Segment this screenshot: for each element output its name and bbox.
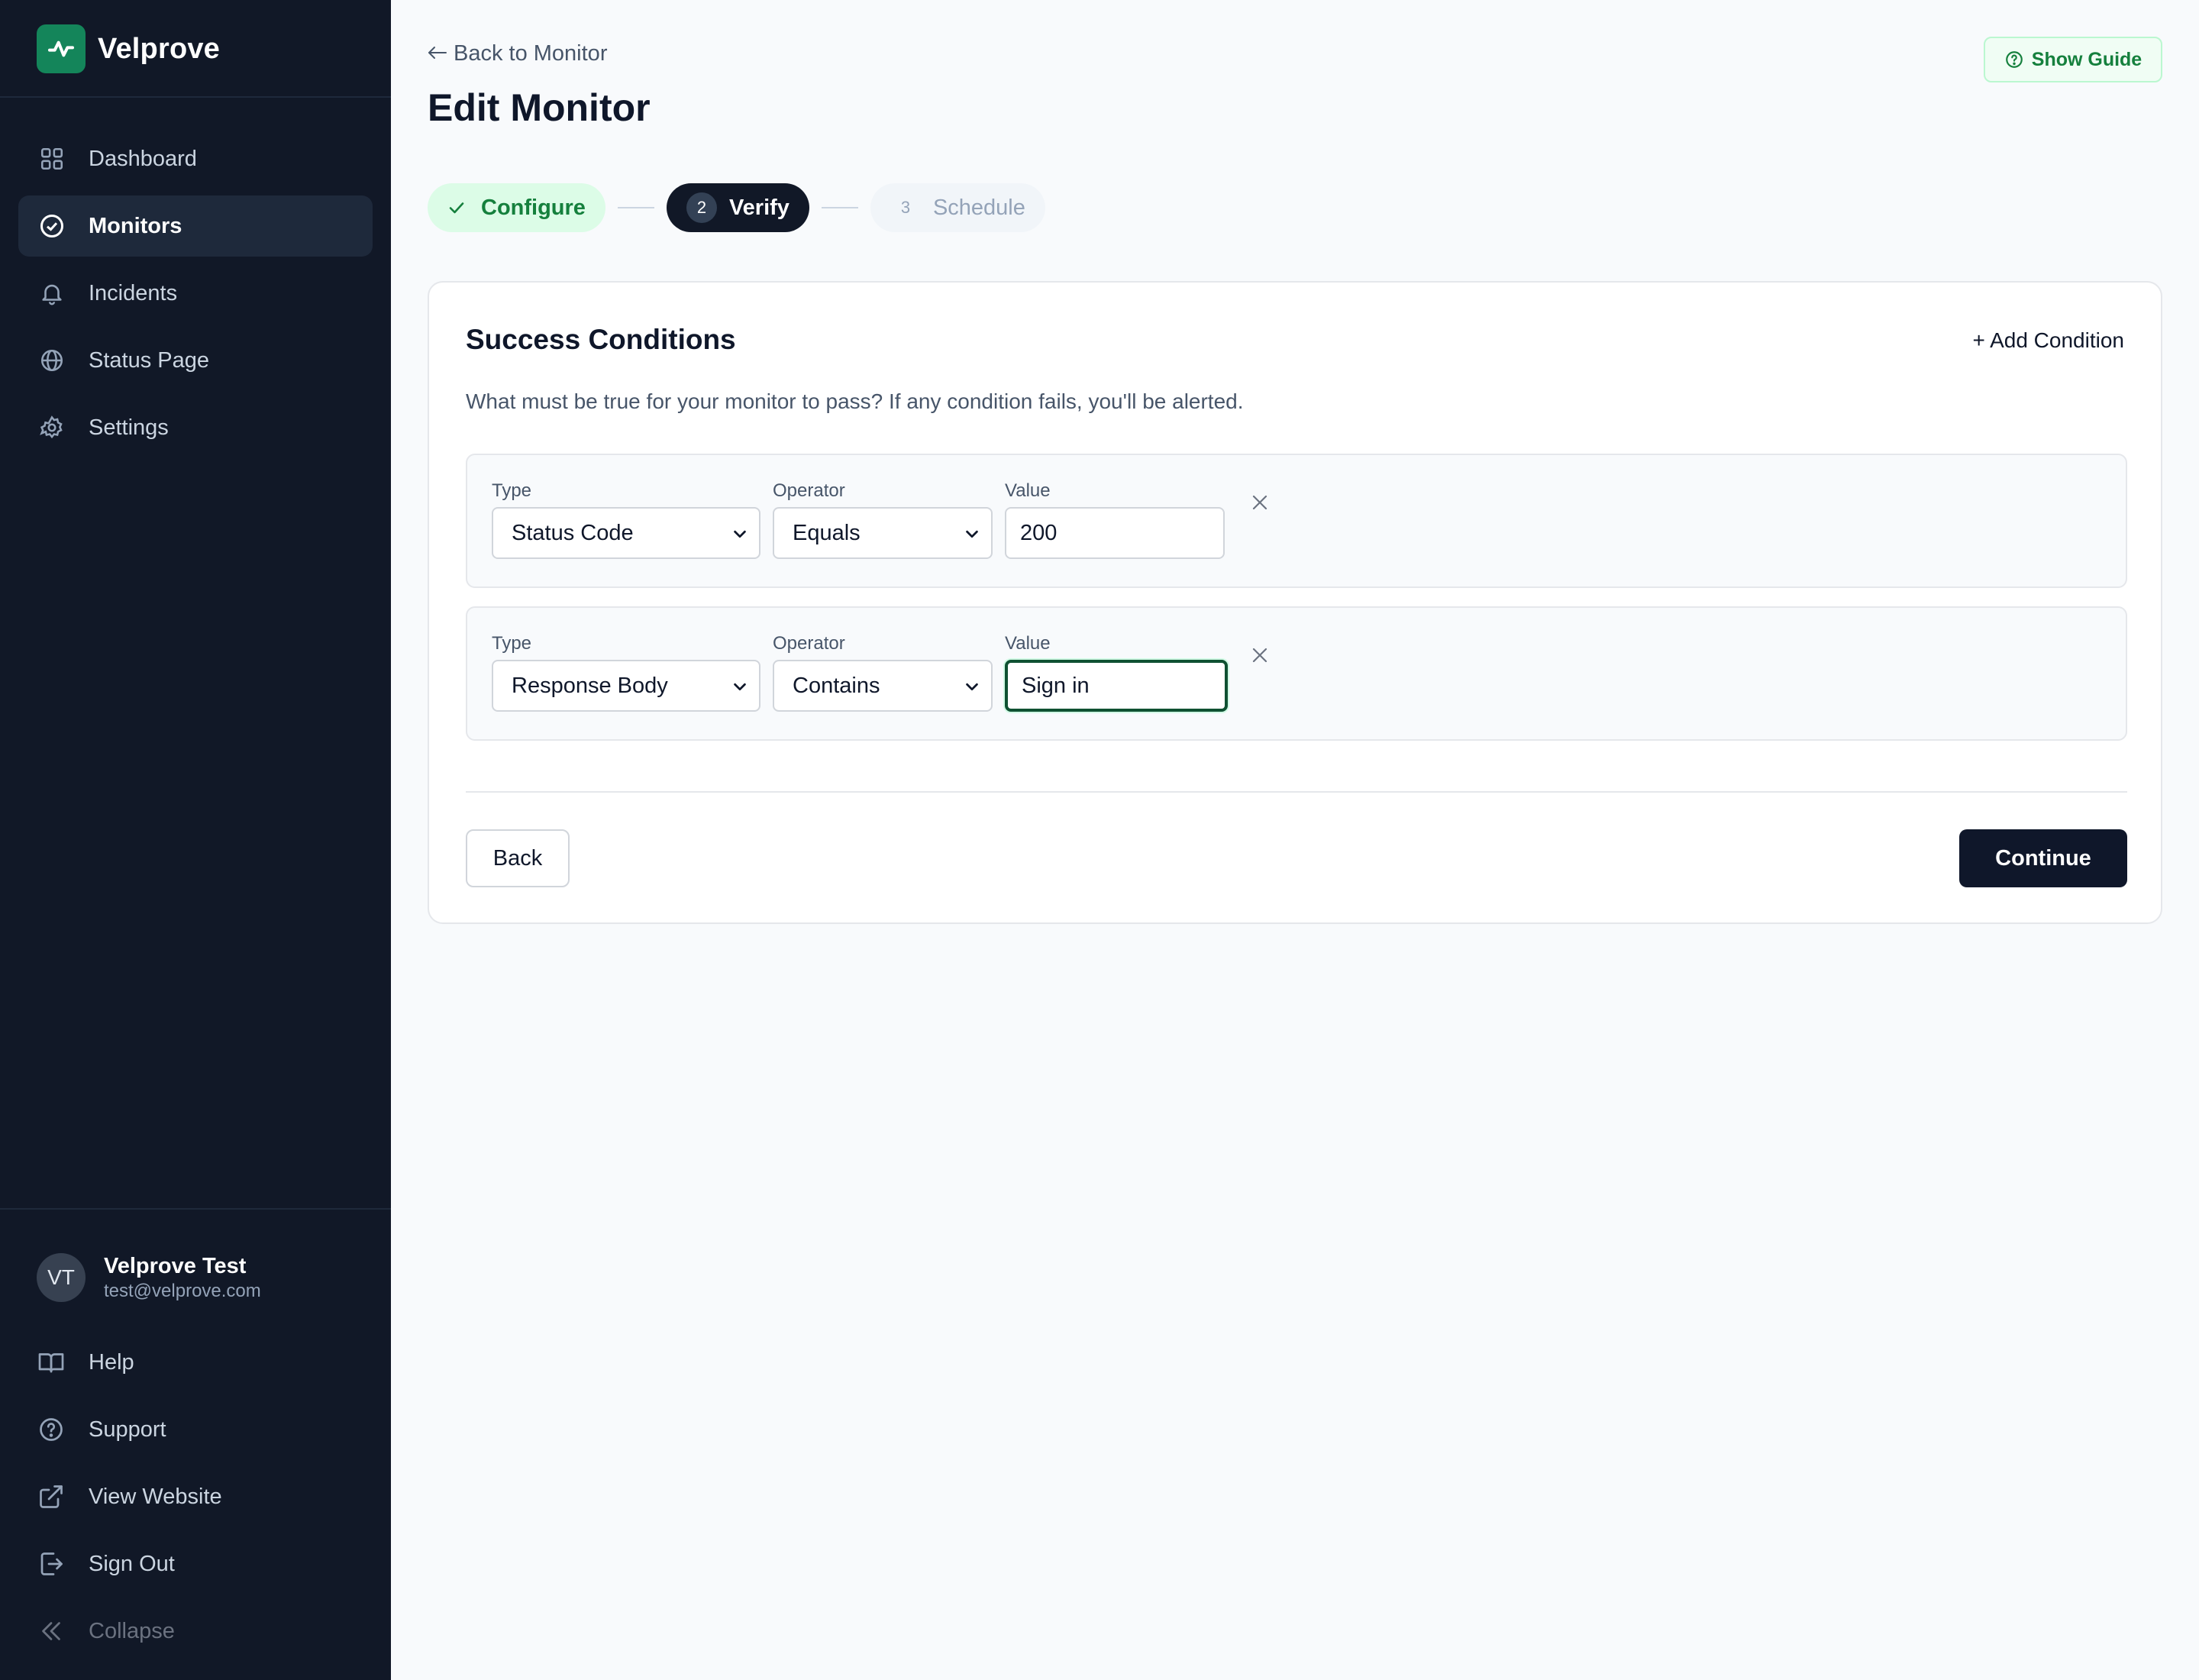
- sidebar-item-support[interactable]: Support: [18, 1396, 373, 1463]
- sidebar-divider: [0, 96, 391, 98]
- step-number: 2: [686, 192, 717, 223]
- value-input-text: Sign in: [1022, 673, 1090, 698]
- back-button[interactable]: Back: [466, 829, 570, 887]
- chevron-down-icon: [731, 525, 748, 542]
- brand-name: Velprove: [98, 32, 221, 65]
- card-description: What must be true for your monitor to pa…: [466, 389, 1244, 413]
- sidebar-item-label: Help: [89, 1349, 134, 1375]
- sidebar-item-help[interactable]: Help: [18, 1329, 373, 1396]
- type-select[interactable]: Status Code: [492, 507, 760, 559]
- help-circle-icon: [2004, 50, 2024, 69]
- sidebar-item-label: Support: [89, 1417, 166, 1442]
- type-label: Type: [492, 480, 532, 501]
- type-select-value: Response Body: [512, 673, 668, 698]
- step-verify[interactable]: 2 Verify: [666, 183, 809, 232]
- operator-select-value: Contains: [793, 673, 880, 698]
- sidebar-item-label: Incidents: [89, 280, 178, 305]
- sidebar-item-monitors[interactable]: Monitors: [18, 195, 373, 257]
- check-circle-icon: [38, 212, 66, 240]
- sidebar-item-label: Sign Out: [89, 1551, 175, 1576]
- value-label: Value: [1005, 480, 1051, 501]
- book-icon: [37, 1348, 66, 1377]
- type-select-value: Status Code: [512, 520, 634, 545]
- condition-row: Type Status Code Operator Equals Value 2…: [466, 454, 2127, 588]
- user-email: test@velprove.com: [104, 1281, 261, 1301]
- chevron-down-icon: [964, 678, 980, 695]
- step-connector: [821, 207, 858, 208]
- value-input-text: 200: [1020, 520, 1058, 545]
- step-label: Verify: [728, 195, 790, 220]
- type-select[interactable]: Response Body: [492, 660, 760, 712]
- sidebar-item-label: Collapse: [89, 1618, 175, 1643]
- sidebar-item-label: Dashboard: [89, 146, 197, 171]
- step-label: Schedule: [932, 195, 1025, 220]
- sidebar-item-label: View Website: [89, 1484, 222, 1509]
- continue-button[interactable]: Continue: [1959, 829, 2127, 887]
- sidebar-item-label: Monitors: [89, 213, 182, 238]
- card-divider: [466, 791, 2127, 793]
- page-title: Edit Monitor: [428, 86, 651, 129]
- value-label: Value: [1005, 633, 1051, 654]
- back-to-monitor-link[interactable]: Back to Monitor: [428, 41, 607, 66]
- sidebar-item-dashboard[interactable]: Dashboard: [18, 128, 373, 189]
- sidebar-item-view-website[interactable]: View Website: [18, 1463, 373, 1530]
- step-configure[interactable]: Configure: [428, 183, 605, 232]
- help-circle-icon: [37, 1415, 66, 1444]
- remove-condition-button[interactable]: [1246, 489, 1274, 516]
- type-label: Type: [492, 633, 532, 654]
- grid-icon: [38, 145, 66, 173]
- wizard-stepper: Configure 2 Verify 3 Schedule: [428, 183, 1045, 232]
- sidebar-divider: [0, 1208, 391, 1210]
- sidebar-item-label: Status Page: [89, 347, 209, 373]
- external-link-icon: [37, 1482, 66, 1511]
- step-connector: [617, 207, 654, 208]
- activity-logo-icon: [37, 24, 86, 73]
- sidebar-item-sign-out[interactable]: Sign Out: [18, 1530, 373, 1598]
- remove-condition-button[interactable]: [1246, 641, 1274, 669]
- main-content: Back to Monitor Edit Monitor Show Guide …: [391, 0, 2199, 1680]
- close-icon: [1251, 646, 1269, 664]
- operator-label: Operator: [773, 480, 845, 501]
- gear-icon: [38, 414, 66, 441]
- value-input[interactable]: 200: [1005, 507, 1225, 559]
- add-condition-button[interactable]: + Add Condition: [1973, 328, 2125, 353]
- sidebar-item-collapse[interactable]: Collapse: [18, 1598, 373, 1665]
- value-input[interactable]: Sign in: [1005, 660, 1228, 712]
- show-guide-label: Show Guide: [2031, 48, 2142, 70]
- brand[interactable]: Velprove: [37, 24, 220, 73]
- chevrons-left-icon: [37, 1617, 66, 1646]
- step-schedule[interactable]: 3 Schedule: [870, 183, 1045, 232]
- sidebar-item-label: Settings: [89, 415, 169, 440]
- back-link-label: Back to Monitor: [454, 41, 608, 66]
- sidebar-item-status-page[interactable]: Status Page: [18, 330, 373, 391]
- chevron-down-icon: [964, 525, 980, 542]
- operator-select[interactable]: Contains: [773, 660, 993, 712]
- arrow-left-icon: [428, 41, 447, 66]
- show-guide-button[interactable]: Show Guide: [1984, 37, 2162, 82]
- chevron-down-icon: [731, 678, 748, 695]
- step-label: Configure: [481, 195, 586, 220]
- check-icon: [447, 199, 466, 217]
- avatar: VT: [37, 1253, 86, 1302]
- card-title: Success Conditions: [466, 324, 736, 355]
- condition-row: Type Response Body Operator Contains Val…: [466, 606, 2127, 741]
- close-icon: [1251, 493, 1269, 512]
- sidebar-item-incidents[interactable]: Incidents: [18, 263, 373, 324]
- user-profile[interactable]: VT Velprove Test test@velprove.com: [37, 1252, 261, 1303]
- globe-icon: [38, 347, 66, 374]
- operator-select[interactable]: Equals: [773, 507, 993, 559]
- sidebar: Velprove Dashboard Monitors Incidents St…: [0, 0, 391, 1680]
- sidebar-nav: Dashboard Monitors Incidents Status Page…: [18, 128, 373, 464]
- success-conditions-card: Success Conditions + Add Condition What …: [428, 281, 2162, 924]
- operator-label: Operator: [773, 633, 845, 654]
- sidebar-item-settings[interactable]: Settings: [18, 397, 373, 458]
- sign-out-icon: [37, 1549, 66, 1578]
- sidebar-footer-nav: Help Support View Website Sign Out Colla…: [18, 1329, 373, 1665]
- user-name: Velprove Test: [104, 1254, 247, 1278]
- step-number: 3: [900, 198, 911, 217]
- operator-select-value: Equals: [793, 520, 861, 545]
- bell-icon: [38, 279, 66, 307]
